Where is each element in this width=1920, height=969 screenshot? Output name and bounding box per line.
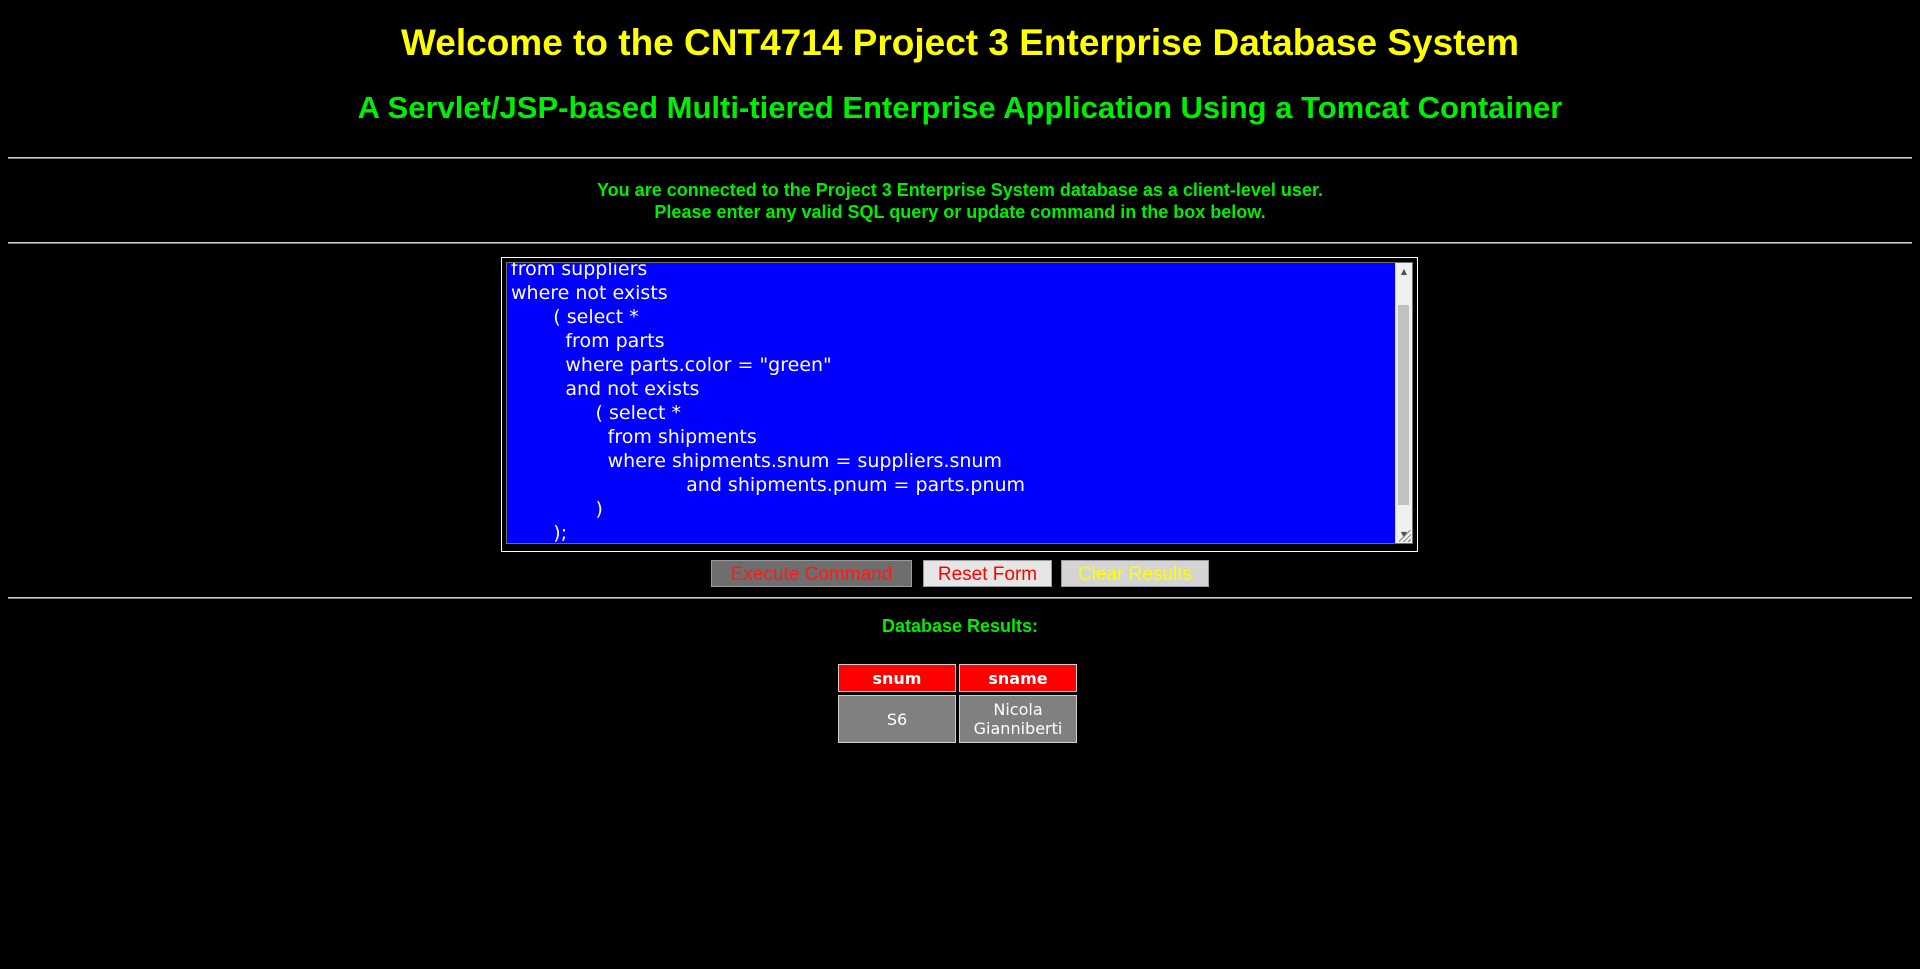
connection-info: You are connected to the Project 3 Enter… bbox=[0, 179, 1920, 223]
connection-status-text: You are connected to the Project 3 Enter… bbox=[597, 180, 1323, 200]
execute-command-button[interactable]: Execute Command bbox=[711, 560, 912, 587]
textarea-scrollbar[interactable]: ▲ ▼ bbox=[1395, 263, 1412, 543]
column-header-snum: snum bbox=[838, 664, 956, 692]
page-title: Welcome to the CNT4714 Project 3 Enterpr… bbox=[401, 22, 1519, 63]
cell-snum: S6 bbox=[838, 695, 956, 743]
divider-top bbox=[8, 157, 1912, 159]
instruction-text: Please enter any valid SQL query or upda… bbox=[654, 202, 1266, 222]
database-results-label: Database Results: bbox=[881, 616, 1039, 636]
page-subtitle: A Servlet/JSP-based Multi-tiered Enterpr… bbox=[357, 90, 1563, 125]
sql-command-text[interactable]: from suppliers where not exists ( select… bbox=[511, 263, 1025, 543]
cell-sname: Nicola Gianniberti bbox=[959, 695, 1077, 743]
reset-form-button[interactable]: Reset Form bbox=[923, 560, 1052, 587]
table-row: S6 Nicola Gianniberti bbox=[838, 695, 1077, 743]
scrollbar-thumb[interactable] bbox=[1398, 305, 1409, 505]
results-header-row: snum sname bbox=[838, 664, 1077, 692]
page: Welcome to the CNT4714 Project 3 Enterpr… bbox=[0, 0, 1920, 969]
resize-grip-icon[interactable] bbox=[1399, 530, 1411, 542]
clear-results-button[interactable]: Clear Results bbox=[1061, 560, 1209, 587]
results-table: snum sname S6 Nicola Gianniberti bbox=[835, 661, 1080, 746]
scroll-up-arrow-icon[interactable]: ▲ bbox=[1396, 263, 1412, 280]
sql-command-textarea[interactable]: from suppliers where not exists ( select… bbox=[506, 262, 1413, 544]
divider-middle bbox=[8, 242, 1912, 244]
column-header-sname: sname bbox=[959, 664, 1077, 692]
divider-bottom bbox=[8, 597, 1912, 599]
